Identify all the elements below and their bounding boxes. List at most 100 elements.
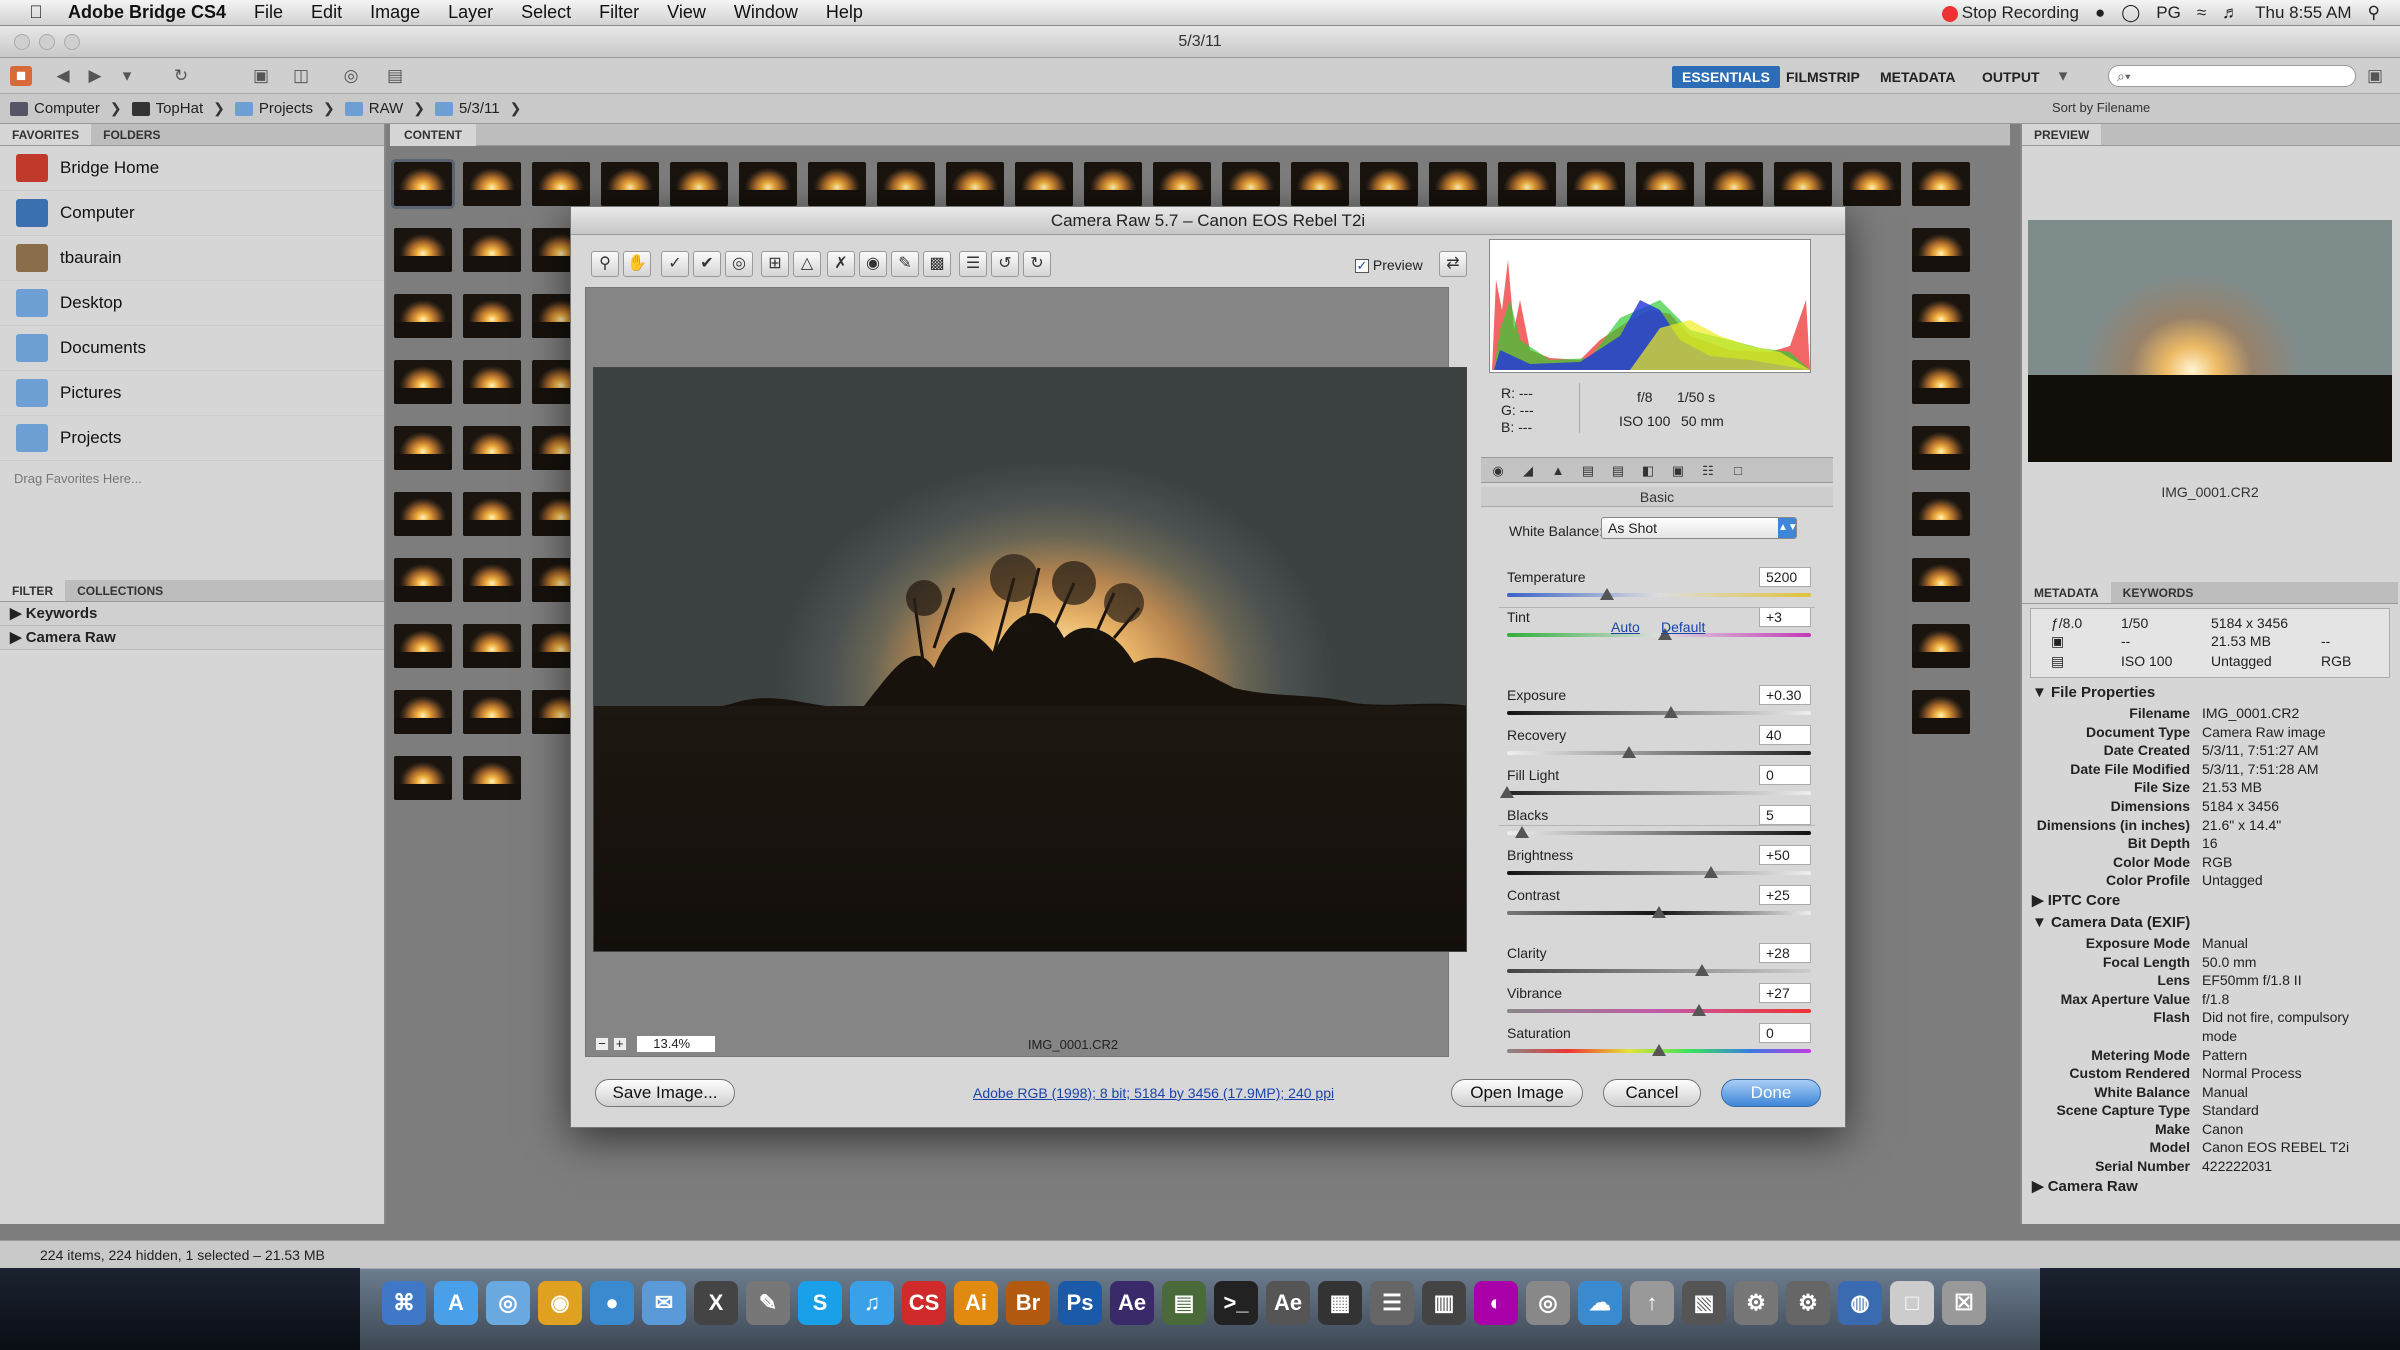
status-icon[interactable]: ● [2095,3,2105,23]
slider-handle[interactable] [1600,588,1615,600]
dock-app-icon[interactable]: Ae [1110,1281,1154,1325]
save-image-button[interactable]: Save Image... [595,1079,735,1107]
workspace-menu-icon[interactable]: ▾ [2052,66,2074,86]
menu-filter[interactable]: Filter [585,2,653,23]
workspace-filmstrip[interactable]: FILMSTRIP [1776,66,1870,88]
dropdown-icon[interactable]: ▾ [116,66,138,86]
thumbnail[interactable] [1429,162,1487,206]
tab-metadata[interactable]: METADATA [2022,582,2111,603]
slider-handle[interactable] [1664,706,1679,718]
spot-removal-icon[interactable]: ✗ [827,251,855,277]
thumbnail[interactable] [463,162,521,206]
menu-help[interactable]: Help [812,2,877,23]
hand-tool-icon[interactable]: ✋ [623,251,651,277]
stop-recording-item[interactable]: Stop Recording [1941,3,2079,23]
workspace-metadata[interactable]: METADATA [1870,66,1965,88]
rotate-left-icon[interactable]: ↺ [991,251,1019,277]
breadcrumb-tophat[interactable]: TopHat [122,100,214,117]
favorite-item[interactable]: Bridge Home [0,146,384,191]
dock-app-icon[interactable]: X [694,1281,738,1325]
thumbnail[interactable] [1912,690,1970,734]
workspace-essentials[interactable]: ESSENTIALS [1672,66,1780,88]
back-icon[interactable]: ◀ [52,66,74,86]
rotate-right-icon[interactable]: ↻ [1023,251,1051,277]
thumbnail[interactable] [1084,162,1142,206]
thumbnail[interactable] [463,294,521,338]
dock-app-icon[interactable]: ▦ [1318,1281,1362,1325]
tab-folders[interactable]: FOLDERS [91,124,172,145]
graduated-filter-icon[interactable]: ▩ [923,251,951,277]
dock-app-icon[interactable]: ◉ [538,1281,582,1325]
camera-calibration-icon[interactable]: ▣ [1669,462,1687,479]
dock-app-icon[interactable]: □ [1890,1281,1934,1325]
close-button[interactable] [14,34,30,50]
slider-track[interactable] [1507,593,1811,597]
tone-curve-icon[interactable]: ◢ [1519,462,1537,479]
slider-track[interactable] [1507,969,1811,973]
clock[interactable]: Thu 8:55 AM [2255,3,2351,23]
dock-app-icon[interactable]: ☰ [1370,1281,1414,1325]
slider-track[interactable] [1507,831,1811,835]
presets-icon[interactable]: ☷ [1699,462,1717,479]
camera-icon[interactable]: ▣ [250,66,272,86]
spotlight-icon[interactable]: ⚲ [2368,3,2380,23]
tab-keywords[interactable]: KEYWORDS [2111,582,2206,603]
slider-value-field[interactable]: +25 [1759,885,1811,905]
tab-collections[interactable]: COLLECTIONS [65,580,175,601]
thumbnail[interactable] [1567,162,1625,206]
slider-handle[interactable] [1652,1044,1666,1056]
dock-app-icon[interactable]: ▥ [1422,1281,1466,1325]
thumbnail[interactable] [1636,162,1694,206]
slider-exposure[interactable]: Exposure +0.30 [1507,685,1811,725]
sort-by-filename[interactable]: Sort by Filename [2052,100,2150,115]
slider-track[interactable] [1507,791,1811,795]
metadata-section-header[interactable]: ▼ Camera Data (EXIF) [2022,912,2398,934]
slider-contrast[interactable]: Contrast +25 [1507,885,1811,925]
tab-filter[interactable]: FILTER [0,580,66,601]
slider-fill-light[interactable]: Fill Light 0 [1500,765,1811,805]
metadata-section-header[interactable]: ▶ Camera Raw [2022,1176,2398,1198]
slider-track[interactable] [1507,871,1811,875]
thumbnail[interactable] [463,426,521,470]
slider-saturation[interactable]: Saturation 0 [1507,1023,1811,1063]
thumbnail[interactable] [394,294,452,338]
dock-app-icon[interactable]: Ai [954,1281,998,1325]
thumbnail[interactable] [394,426,452,470]
menu-file[interactable]: File [240,2,297,23]
dock-app-icon[interactable]: ☁ [1578,1281,1622,1325]
menu-window[interactable]: Window [720,2,812,23]
crop-tool-icon[interactable]: ⊞ [761,251,789,277]
thumbnail[interactable] [1222,162,1280,206]
slider-brightness[interactable]: Brightness +50 [1507,845,1811,885]
dock-app-icon[interactable]: S [798,1281,842,1325]
compact-mode-icon[interactable]: ▣ [2364,66,2386,86]
user-menu[interactable]: PG [2156,3,2181,23]
apple-menu-icon[interactable]:  [18,2,54,23]
dock-app-icon[interactable]: ◎ [1526,1281,1570,1325]
status-icon[interactable]: ◯ [2121,3,2140,23]
search-input[interactable]: ⌕▾ [2108,65,2356,87]
thumbnail[interactable] [1774,162,1832,206]
metadata-section-header[interactable]: ▼ File Properties [2022,682,2398,704]
dock-app-icon[interactable]: ♫ [850,1281,894,1325]
slider-handle[interactable] [1621,746,1636,758]
slider-track[interactable] [1507,751,1811,755]
recent-icon[interactable]: ↻ [170,66,192,86]
thumbnail[interactable] [739,162,797,206]
slider-value-field[interactable]: 0 [1759,765,1811,785]
thumbnail[interactable] [394,228,452,272]
preferences-icon[interactable]: ☰ [959,251,987,277]
dock-app-icon[interactable]: ✎ [746,1281,790,1325]
thumbnail[interactable] [1912,360,1970,404]
camera-raw-icon[interactable]: ◎ [340,66,362,86]
thumbnail[interactable] [394,756,452,800]
slider-vibrance[interactable]: Vibrance +27 [1507,983,1811,1023]
slider-temperature[interactable]: Temperature 5200 [1507,567,1811,607]
slider-value-field[interactable]: +28 [1759,943,1811,963]
menu-edit[interactable]: Edit [297,2,356,23]
dock-app-icon[interactable]: ● [590,1281,634,1325]
thumbnail[interactable] [1912,426,1970,470]
tab-favorites[interactable]: FAVORITES [0,124,92,145]
tab-content[interactable]: CONTENT [390,124,476,146]
workflow-options-link[interactable]: Adobe RGB (1998); 8 bit; 5184 by 3456 (1… [973,1085,1334,1101]
